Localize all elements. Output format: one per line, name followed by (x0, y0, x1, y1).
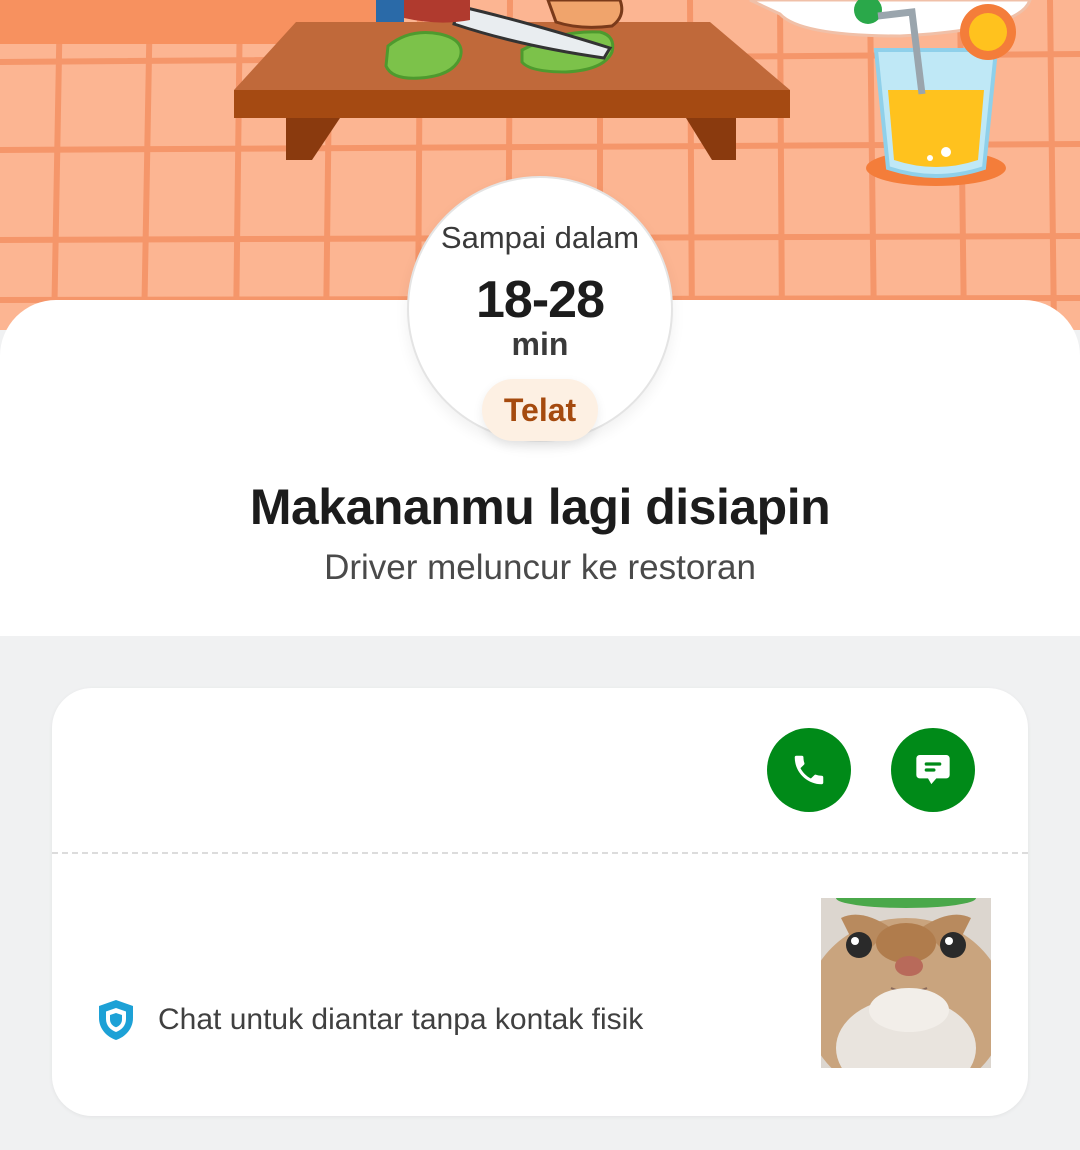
eta-unit: min (511, 326, 569, 362)
eta-label: Sampai dalam (440, 220, 640, 255)
late-status-badge: Telat (482, 379, 598, 441)
shield-icon (99, 1000, 133, 1040)
card-divider (52, 852, 1028, 854)
driver-photo[interactable] (821, 898, 991, 1068)
call-driver-button[interactable] (767, 728, 851, 812)
chat-bubble-icon (916, 755, 950, 785)
driver-card: Chat untuk diantar tanpa kontak fisik (52, 688, 1028, 1116)
eta-range: 18-28 (476, 271, 605, 329)
cat-face-image (821, 898, 991, 1068)
contactless-chat-notice: Chat untuk diantar tanpa kontak fisik (96, 998, 643, 1042)
chat-driver-button[interactable] (891, 728, 975, 812)
status-subtitle: Driver meluncur ke restoran (324, 548, 756, 587)
contactless-chat-text: Chat untuk diantar tanpa kontak fisik (158, 1003, 644, 1036)
status-title: Makananmu lagi disiapin (249, 479, 831, 535)
phone-icon (794, 755, 824, 785)
